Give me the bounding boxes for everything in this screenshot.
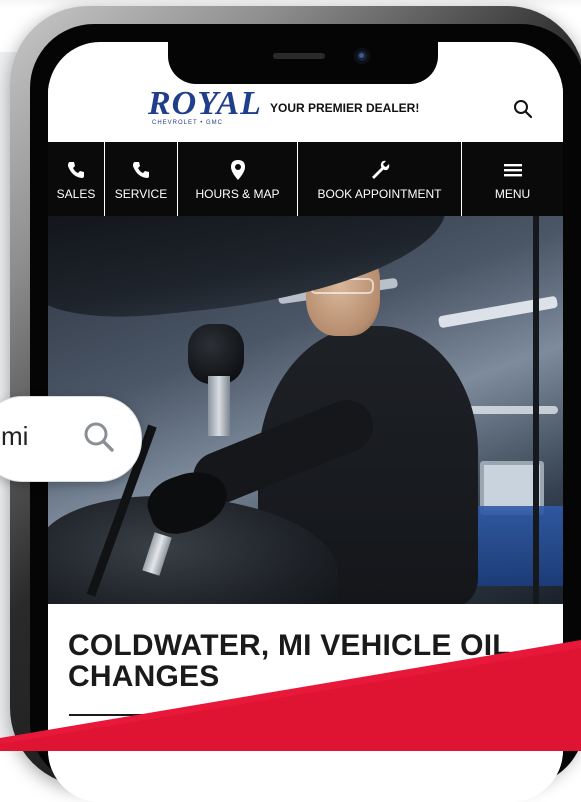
hamburger-icon: [503, 164, 522, 177]
nav-label: HOURS & MAP: [195, 187, 280, 201]
logo-text: ROYAL: [148, 85, 262, 122]
nav-label: MENU: [494, 187, 531, 201]
page-title: COLDWATER, MI VEHICLE OIL CHANGES: [68, 629, 511, 693]
search-submit-button[interactable]: [81, 419, 117, 455]
wrench-icon: [371, 160, 389, 179]
site-header: ROYAL CHEVROLET • GMC YOUR PREMIER DEALE…: [48, 84, 563, 142]
hood-prop-rod: [533, 216, 539, 604]
nav-label: SALES: [56, 187, 96, 201]
nav-label: SERVICE: [114, 187, 168, 201]
nav-label: BOOK APPOINTMENT: [317, 187, 442, 201]
speaker-grille: [273, 53, 325, 59]
phone-icon: [133, 162, 149, 178]
nav-menu[interactable]: MENU: [462, 142, 563, 216]
body-text: Bo: [69, 742, 82, 753]
search-query-text: mi: [1, 421, 29, 451]
title-underline: [69, 714, 161, 716]
nav-sales[interactable]: SALES: [48, 142, 105, 216]
header-search-button[interactable]: [512, 98, 534, 120]
nav-service[interactable]: SERVICE: [105, 142, 178, 216]
oil-dispenser-tool: [188, 324, 244, 384]
car-hood: [48, 216, 454, 328]
nav-book-appointment[interactable]: BOOK APPOINTMENT: [298, 142, 462, 216]
page-content: COLDWATER, MI VEHICLE OIL CHANGES Bo: [48, 604, 563, 802]
quick-nav-bar: SALES SERVICE HOURS & MAP BOOK APPOINTME…: [48, 142, 563, 216]
nav-hours-map[interactable]: HOURS & MAP: [178, 142, 298, 216]
search-icon: [514, 100, 533, 119]
search-input[interactable]: mi: [0, 396, 142, 482]
front-camera-icon: [354, 48, 370, 64]
map-pin-icon: [230, 160, 245, 180]
phone-notch: [168, 42, 438, 84]
phone-icon: [68, 162, 84, 178]
tagline: YOUR PREMIER DEALER!: [270, 101, 420, 115]
search-icon: [84, 422, 114, 452]
dealer-logo[interactable]: ROYAL CHEVROLET • GMC: [148, 85, 262, 130]
